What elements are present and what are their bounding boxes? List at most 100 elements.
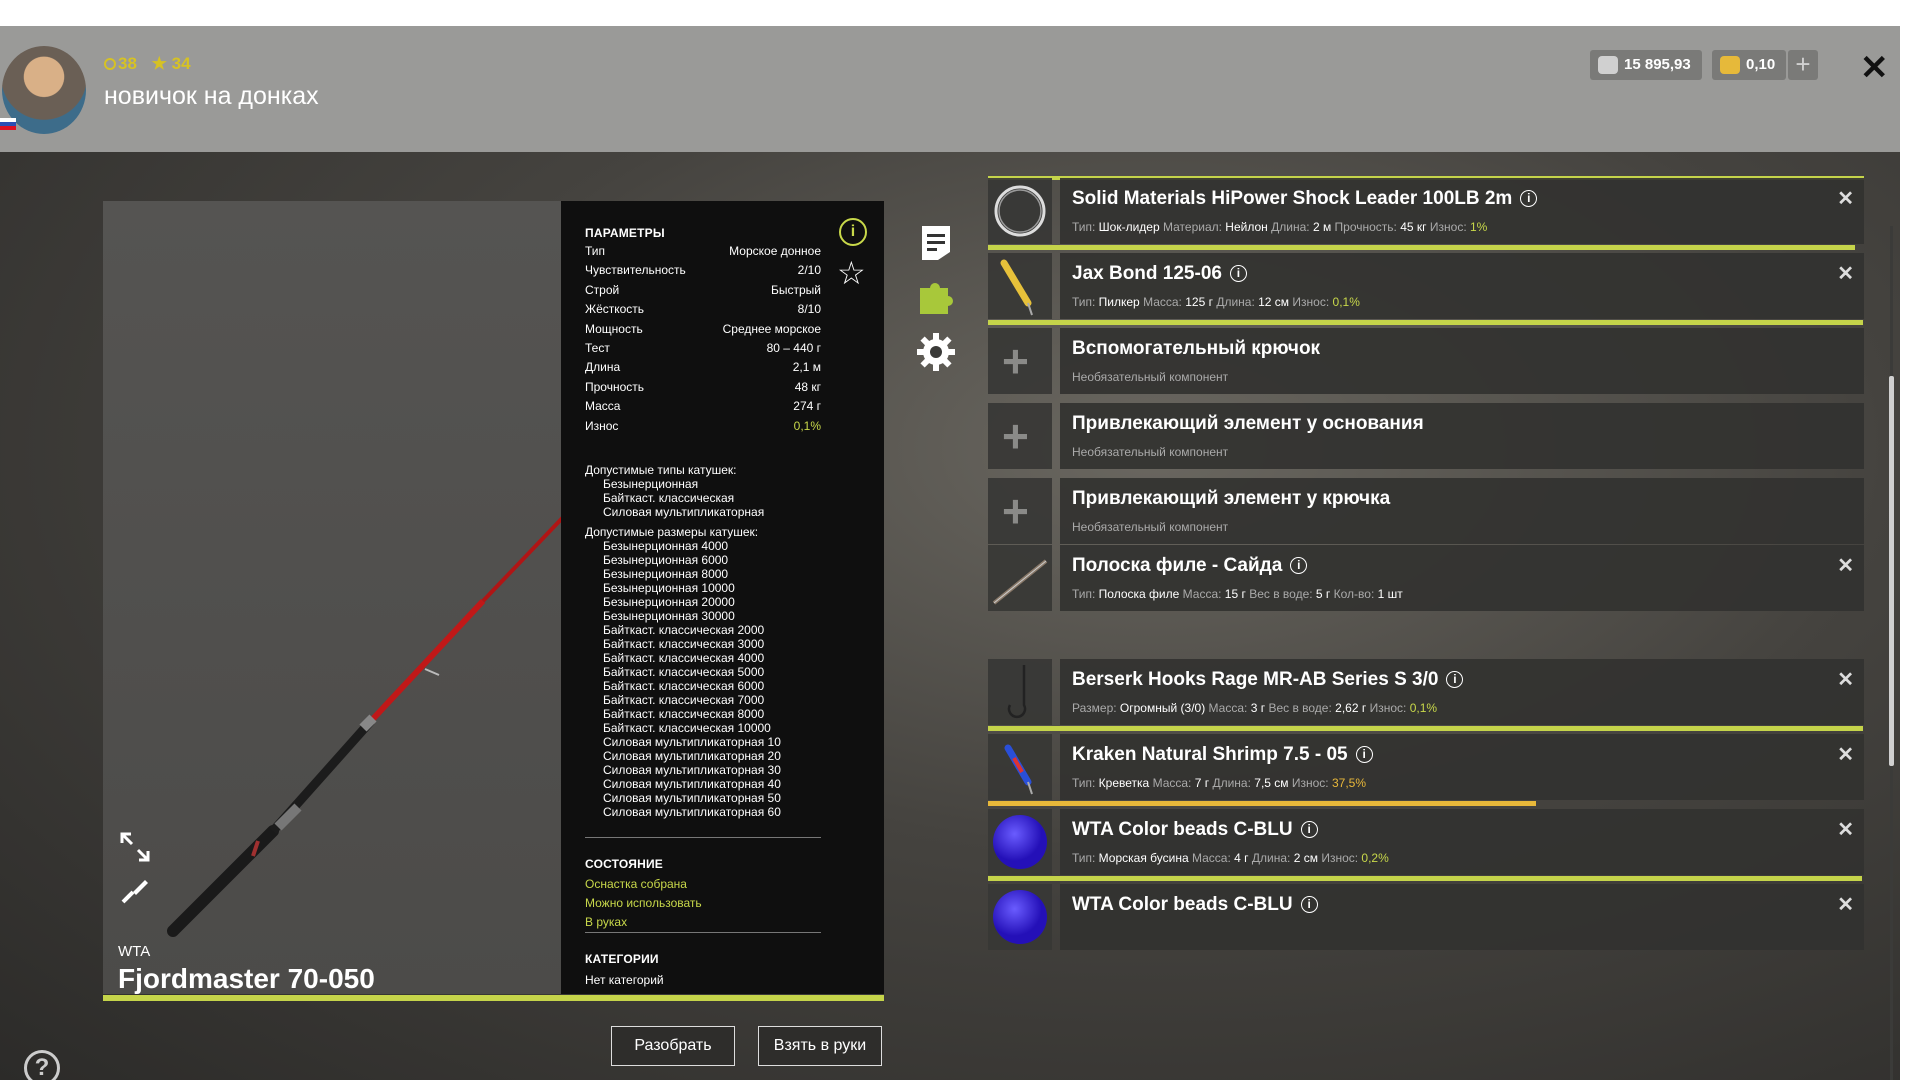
- component-name-text: Привлекающий элемент у основания: [1072, 413, 1424, 434]
- help-icon[interactable]: ?: [24, 1050, 60, 1080]
- expand-icon[interactable]: [119, 831, 151, 863]
- component-slot[interactable]: Solid Materials HiPower Shock Leader 100…: [988, 178, 1864, 250]
- component-name: Solid Materials HiPower Shock Leader 100…: [1072, 188, 1538, 210]
- blue-bead-icon[interactable]: [988, 884, 1052, 950]
- component-description: Необязательный компонент: [1072, 445, 1229, 459]
- slot-body[interactable]: Berserk Hooks Rage MR-AB Series S 3/0 i Ра…: [1060, 659, 1864, 725]
- window-edge: [1900, 26, 1920, 1080]
- empty-slot[interactable]: + Вспомогательный крючок Необязательный ко…: [988, 328, 1864, 398]
- player-level: 38 ★ 34: [104, 54, 191, 74]
- description-icon[interactable]: [916, 222, 956, 262]
- param-key: Износ: [585, 418, 619, 433]
- component-name-text: Solid Materials HiPower Shock Leader 100…: [1072, 188, 1513, 209]
- remove-icon[interactable]: ✕: [1837, 742, 1854, 767]
- paint-brush-icon[interactable]: [119, 874, 151, 906]
- rod-maker: WTA: [118, 943, 151, 960]
- remove-icon[interactable]: ✕: [1837, 667, 1854, 692]
- remove-icon[interactable]: ✕: [1837, 261, 1854, 286]
- slot-body[interactable]: Привлекающий элемент у крючка Необязатель…: [1060, 478, 1864, 544]
- gold-coins-icon: [1720, 56, 1740, 74]
- slot-body[interactable]: WTA Color beads C-BLU i Тип: Морская бусин…: [1060, 809, 1864, 875]
- component-slot[interactable]: Kraken Natural Shrimp 7.5 - 05 i Тип: Крев…: [988, 734, 1864, 806]
- component-name-text: Jax Bond 125-06: [1072, 263, 1222, 284]
- durability-bar: [988, 245, 1856, 250]
- slot-body[interactable]: Привлекающий элемент у основания Необязат…: [1060, 403, 1864, 469]
- line-coil-icon[interactable]: [988, 178, 1052, 244]
- remove-icon[interactable]: ✕: [1837, 553, 1854, 578]
- component-name: Jax Bond 125-06 i: [1072, 263, 1247, 285]
- slot-body[interactable]: Jax Bond 125-06 i Тип: Пилкер Масса: 125 г…: [1060, 253, 1864, 319]
- slot-body[interactable]: Solid Materials HiPower Shock Leader 100…: [1060, 178, 1864, 244]
- plus-icon[interactable]: +: [1002, 413, 1029, 459]
- add-slot-button[interactable]: +: [988, 478, 1052, 544]
- favorite-star-icon[interactable]: ☆: [837, 257, 866, 289]
- hook-icon[interactable]: [988, 659, 1052, 725]
- component-name-text: Kraken Natural Shrimp 7.5 - 05: [1072, 744, 1348, 765]
- slot-body[interactable]: WTA Color beads C-BLU i ✕: [1060, 884, 1864, 950]
- component-slot[interactable]: Jax Bond 125-06 i Тип: Пилкер Масса: 125 г…: [988, 253, 1864, 325]
- component-description: Тип: Креветка Масса: 7 г Длина: 7,5 см И…: [1072, 776, 1367, 790]
- blue-bead-icon[interactable]: [988, 809, 1052, 875]
- puzzle-piece-icon[interactable]: [916, 276, 956, 316]
- durability-bar: [988, 726, 1864, 731]
- component-name: Berserk Hooks Rage MR-AB Series S 3/0 i: [1072, 669, 1464, 691]
- disassemble-button[interactable]: Разобрать: [611, 1026, 735, 1066]
- remove-icon[interactable]: ✕: [1837, 892, 1854, 917]
- slot-body[interactable]: Вспомогательный крючок Необязательный ком…: [1060, 328, 1864, 394]
- component-slot[interactable]: Berserk Hooks Rage MR-AB Series S 3/0 i Ра…: [988, 659, 1864, 731]
- component-description: Тип: Морская бусина Масса: 4 г Длина: 2 …: [1072, 851, 1389, 865]
- shrimp-lure-icon[interactable]: [988, 734, 1052, 800]
- component-name-text: Вспомогательный крючок: [1072, 338, 1321, 359]
- remove-icon[interactable]: ✕: [1837, 186, 1854, 211]
- fish-strip-icon[interactable]: [988, 545, 1052, 611]
- slot-body[interactable]: Полоска филе - Сайда i Тип: Полоска филе М…: [1060, 545, 1864, 611]
- info-icon[interactable]: i: [1290, 557, 1308, 574]
- param-key: Жёсткость: [585, 302, 645, 317]
- param-value: Быстрый: [771, 282, 821, 297]
- info-icon[interactable]: i: [1300, 896, 1318, 913]
- close-icon[interactable]: ✕: [1860, 48, 1889, 88]
- info-icon[interactable]: i: [1300, 821, 1318, 838]
- info-icon[interactable]: i: [1355, 746, 1373, 763]
- list-item: Байткаст. классическая 3000: [603, 637, 765, 651]
- param-row: Тип Морское донное: [585, 244, 821, 263]
- reel-types-label: Допустимые типы катушек:: [585, 463, 737, 477]
- param-key: Тест: [585, 341, 610, 355]
- add-slot-button[interactable]: +: [988, 328, 1052, 394]
- list-item: Байткаст. классическая 2000: [603, 623, 765, 637]
- list-item: Безынерционная 6000: [603, 553, 729, 567]
- param-row: Чувствительность 2/10: [585, 263, 821, 282]
- slot-body[interactable]: Kraken Natural Shrimp 7.5 - 05 i Тип: Крев…: [1060, 734, 1864, 800]
- pilker-lure-icon[interactable]: [988, 253, 1052, 319]
- info-icon[interactable]: i: [839, 218, 867, 246]
- gear-icon[interactable]: [916, 332, 956, 372]
- list-item: Безынерционная 20000: [603, 595, 735, 609]
- star-icon: ★: [151, 54, 167, 73]
- take-in-hands-button[interactable]: Взять в руки: [758, 1026, 882, 1066]
- plus-icon[interactable]: +: [1002, 338, 1029, 384]
- param-row: Строй Быстрый: [585, 283, 821, 302]
- component-slot[interactable]: WTA Color beads C-BLU i Тип: Морская бусин…: [988, 809, 1864, 881]
- param-value: 80 – 440 г: [766, 341, 821, 355]
- scrollbar-thumb[interactable]: [1889, 376, 1894, 766]
- component-name: WTA Color beads C-BLU i: [1072, 819, 1318, 841]
- list-item: Силовая мультипликаторная 40: [603, 777, 781, 791]
- list-item: Байткаст. классическая 7000: [603, 693, 765, 707]
- component-slot[interactable]: Полоска филе - Сайда i Тип: Полоска филе М…: [988, 545, 1864, 615]
- plus-icon[interactable]: +: [1002, 488, 1029, 534]
- info-icon[interactable]: i: [1446, 671, 1464, 688]
- list-item: Байткаст. классическая 10000: [603, 721, 771, 735]
- reel-types: Допустимые типы катушек: Безынерционная Б…: [585, 463, 764, 519]
- empty-slot[interactable]: + Привлекающий элемент у основания Необяза…: [988, 403, 1864, 473]
- component-description: Тип: Полоска филе Масса: 15 г Вес в воде…: [1072, 587, 1403, 601]
- param-row: Длина 2,1 м: [585, 360, 821, 379]
- add-slot-button[interactable]: +: [988, 403, 1052, 469]
- component-slot[interactable]: WTA Color beads C-BLU i ✕: [988, 884, 1864, 954]
- remove-icon[interactable]: ✕: [1837, 817, 1854, 842]
- component-name: WTA Color beads C-BLU i: [1072, 894, 1318, 916]
- empty-slot[interactable]: + Привлекающий элемент у крючка Необязател…: [988, 478, 1864, 548]
- add-currency-button[interactable]: +: [1788, 50, 1818, 80]
- param-row: Прочность 48 кг: [585, 380, 821, 399]
- info-icon[interactable]: i: [1229, 265, 1247, 282]
- info-icon[interactable]: i: [1520, 190, 1538, 207]
